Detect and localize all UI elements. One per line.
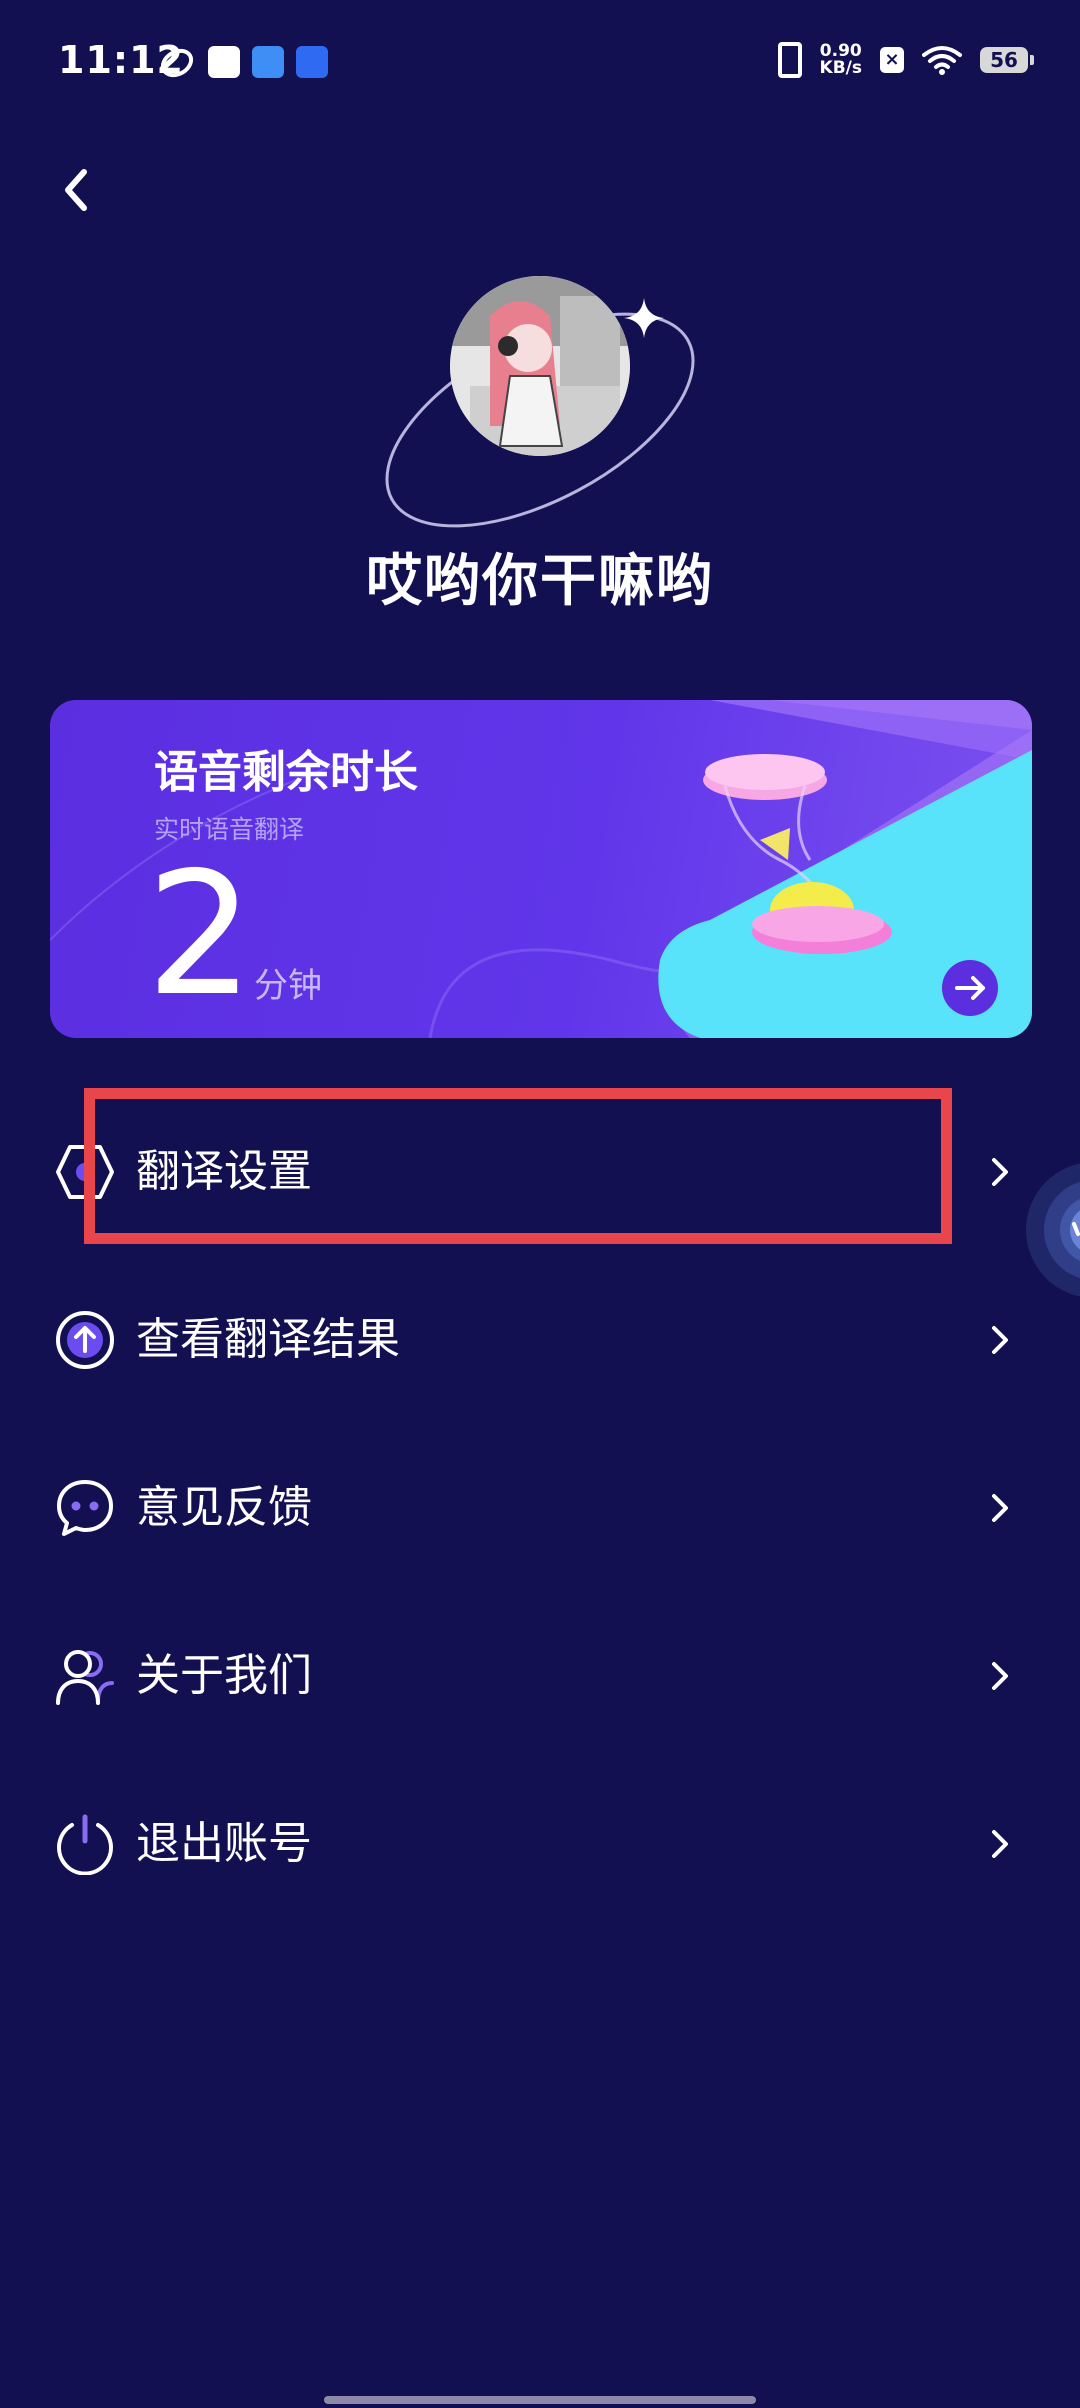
card-title: 语音剩余时长 <box>154 747 418 798</box>
vibrate-icon <box>777 42 802 78</box>
menu-label: 退出账号 <box>136 1818 312 1869</box>
chevron-right-icon <box>992 1830 1008 1858</box>
home-indicator[interactable] <box>324 2396 756 2404</box>
status-indicators: 0.90 KB/s × 56 <box>777 40 1034 80</box>
browser-app-icon <box>296 46 328 78</box>
wifi-icon <box>922 45 962 75</box>
arrow-right-icon <box>955 976 985 1000</box>
menu-label: 查看翻译结果 <box>136 1314 400 1365</box>
remaining-minutes-value: 2 <box>146 836 255 1034</box>
hourglass-icon <box>703 754 892 954</box>
power-icon <box>57 1814 113 1875</box>
chevron-right-icon <box>992 1662 1008 1690</box>
remaining-minutes-unit: 分钟 <box>254 966 322 1006</box>
upload-circle-icon <box>56 1311 114 1369</box>
profile-page: 11:12 0.90 KB/s × 56 哎哟你干嘛哟 语音剩余时长 实时语音翻… <box>0 0 1080 2408</box>
voice-remaining-card[interactable]: 语音剩余时长 实时语音翻译 2 分钟 <box>50 700 1032 1038</box>
avatar[interactable] <box>450 276 630 456</box>
card-arrow-button[interactable] <box>942 960 998 1016</box>
back-button[interactable] <box>48 160 108 220</box>
no-sim-icon: × <box>880 47 904 73</box>
menu-item-about-us[interactable]: 关于我们 <box>0 1600 1080 1750</box>
username: 哎哟你干嘛哟 <box>366 549 714 614</box>
menu-item-logout[interactable]: 退出账号 <box>0 1768 1080 1918</box>
menu-item-view-results[interactable]: 查看翻译结果 <box>0 1264 1080 1414</box>
mail-icon <box>208 46 240 78</box>
menu-label: 关于我们 <box>136 1650 312 1701</box>
highlight-annotation-box <box>84 1088 952 1244</box>
sparkle-icon <box>624 298 664 338</box>
chevron-left-icon <box>65 169 87 211</box>
chevron-right-icon <box>992 1158 1008 1186</box>
chevron-right-icon <box>992 1326 1008 1354</box>
battery-icon: 56 <box>980 47 1034 73</box>
floating-assistant-bubble[interactable] <box>1024 1160 1080 1300</box>
users-icon <box>56 1650 114 1705</box>
network-speed: 0.90 KB/s <box>820 43 862 77</box>
cloud-app-icon <box>252 46 284 78</box>
avatar-area <box>370 260 710 540</box>
status-bar: 11:12 0.90 KB/s × 56 <box>0 0 1080 128</box>
chat-bubble-icon <box>57 1480 113 1536</box>
menu-item-feedback[interactable]: 意见反馈 <box>0 1432 1080 1582</box>
chevron-right-icon <box>992 1494 1008 1522</box>
menu-label: 意见反馈 <box>136 1482 312 1533</box>
network-speed-unit: KB/s <box>819 58 862 78</box>
